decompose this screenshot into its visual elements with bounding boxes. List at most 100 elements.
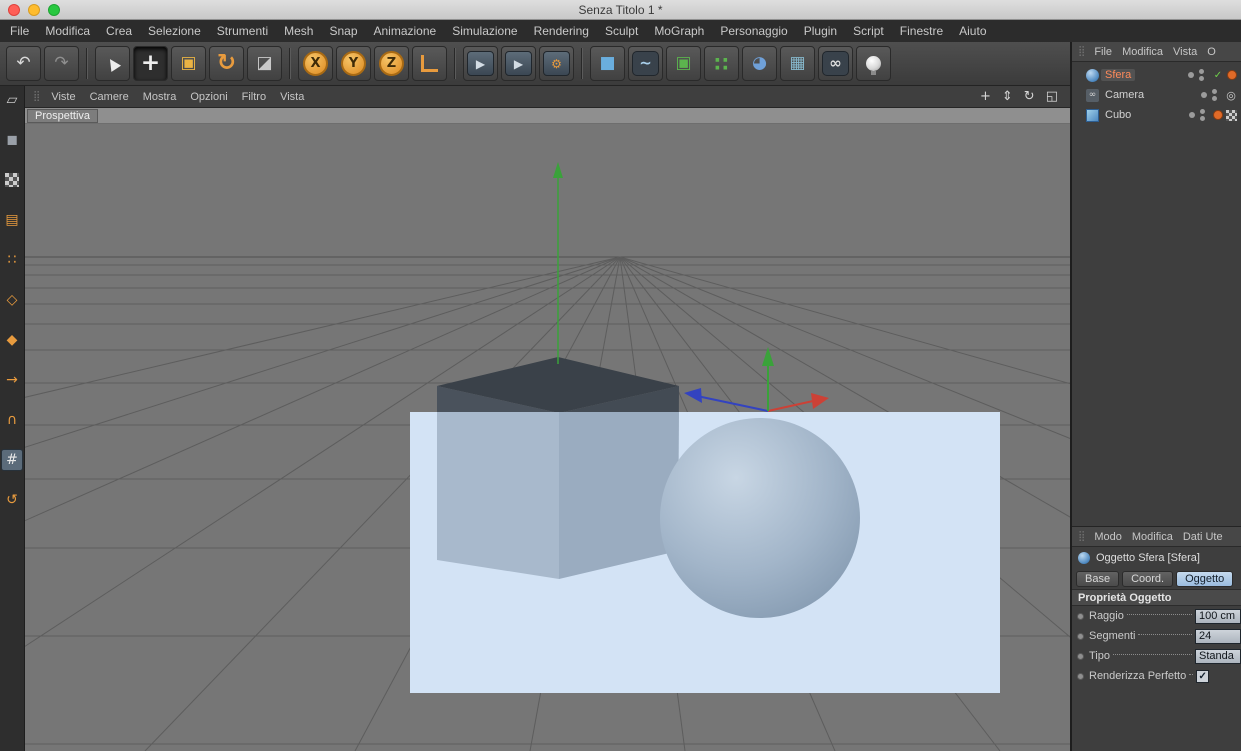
am-menu-modo[interactable]: Modo xyxy=(1089,531,1127,543)
menu-animazione[interactable]: Animazione xyxy=(366,24,445,38)
enable-dot[interactable] xyxy=(1201,92,1207,98)
menu-crea[interactable]: Crea xyxy=(98,24,140,38)
snap-toggle-icon[interactable]: # xyxy=(1,449,23,471)
rotate-tool-icon[interactable]: ↻ xyxy=(209,46,244,81)
viewport-pan-icon[interactable]: + xyxy=(980,89,991,104)
undo-icon[interactable]: ↶ xyxy=(6,46,41,81)
menu-mesh[interactable]: Mesh xyxy=(276,24,321,38)
texture-mode-icon[interactable] xyxy=(1,169,23,191)
minimize-button[interactable] xyxy=(28,4,40,16)
quantize-icon[interactable]: ↺ xyxy=(1,489,23,511)
zoom-button[interactable] xyxy=(48,4,60,16)
dropdown-tipo[interactable]: Standa xyxy=(1195,648,1241,664)
object-row-cubo[interactable]: Cubo xyxy=(1072,105,1241,125)
subdivision-surface-icon[interactable]: ▣ xyxy=(666,46,701,81)
scale-tool-icon[interactable]: ▣ xyxy=(171,46,206,81)
menu-sculpt[interactable]: Sculpt xyxy=(597,24,646,38)
viewport-toggle-icon[interactable]: ◱ xyxy=(1046,89,1058,104)
checkbox-renderizza-perfetto[interactable]: ✓ xyxy=(1196,669,1210,683)
polygons-mode-icon[interactable]: ◆ xyxy=(1,329,23,351)
panel-grip-icon[interactable] xyxy=(1078,531,1085,542)
live-selection-icon[interactable]: ▲ xyxy=(95,46,130,81)
vp-menu-vista[interactable]: Vista xyxy=(273,91,311,103)
object-row-sfera[interactable]: Sfera ✓ xyxy=(1072,65,1241,85)
menu-selezione[interactable]: Selezione xyxy=(140,24,209,38)
viewport-rotate-icon[interactable]: ↻ xyxy=(1024,89,1035,104)
am-menu-modifica[interactable]: Modifica xyxy=(1127,531,1178,543)
om-menu-modifica[interactable]: Modifica xyxy=(1117,46,1168,58)
enable-dot[interactable] xyxy=(1188,72,1194,78)
menu-mograph[interactable]: MoGraph xyxy=(646,24,712,38)
input-raggio[interactable]: 100 cm xyxy=(1195,608,1241,624)
camera-target-tag-icon[interactable]: ◎ xyxy=(1225,89,1237,102)
tab-base[interactable]: Base xyxy=(1076,571,1120,587)
om-menu-vista[interactable]: Vista xyxy=(1168,46,1202,58)
object-row-camera[interactable]: ∞ Camera ◎ xyxy=(1072,85,1241,105)
visibility-dots[interactable] xyxy=(1212,89,1217,101)
menu-plugin[interactable]: Plugin xyxy=(796,24,845,38)
panel-grip-icon[interactable] xyxy=(1078,46,1085,57)
input-segmenti[interactable]: 24 xyxy=(1195,628,1241,644)
menu-modifica[interactable]: Modifica xyxy=(37,24,98,38)
om-menu-file[interactable]: File xyxy=(1089,46,1117,58)
menu-aiuto[interactable]: Aiuto xyxy=(951,24,994,38)
edges-mode-icon[interactable]: ◇ xyxy=(1,289,23,311)
menu-script[interactable]: Script xyxy=(845,24,892,38)
normal-move-icon[interactable]: ∩ xyxy=(1,409,23,431)
visibility-dots[interactable] xyxy=(1200,109,1205,121)
model-mode-icon[interactable]: ◼ xyxy=(1,129,23,151)
keyframe-dot-icon[interactable] xyxy=(1077,672,1084,680)
enable-axis-icon[interactable]: → xyxy=(1,369,23,391)
enable-dot[interactable] xyxy=(1189,112,1195,118)
deformer-icon[interactable]: ◕ xyxy=(742,46,777,81)
vp-menu-opzioni[interactable]: Opzioni xyxy=(183,91,234,103)
vp-menu-viste[interactable]: Viste xyxy=(44,91,82,103)
lock-y-axis-icon[interactable]: Y xyxy=(336,46,371,81)
tab-coord-[interactable]: Coord. xyxy=(1122,571,1174,587)
menu-rendering[interactable]: Rendering xyxy=(526,24,597,38)
menu-simulazione[interactable]: Simulazione xyxy=(444,24,525,38)
render-view-icon[interactable]: ▶ xyxy=(463,46,498,81)
visibility-dots[interactable] xyxy=(1199,69,1204,81)
menu-strumenti[interactable]: Strumenti xyxy=(209,24,276,38)
menu-snap[interactable]: Snap xyxy=(321,24,365,38)
cloner-icon[interactable]: ∷ xyxy=(704,46,739,81)
render-picture-viewer-icon[interactable]: ▶ xyxy=(501,46,536,81)
points-mode-icon[interactable]: ∷ xyxy=(1,249,23,271)
add-cube-icon[interactable]: ■ xyxy=(590,46,625,81)
om-menu-o[interactable]: O xyxy=(1202,46,1221,58)
render-region[interactable] xyxy=(410,412,1000,693)
menu-personaggio[interactable]: Personaggio xyxy=(712,24,795,38)
workplane-mode-icon[interactable]: ▤ xyxy=(1,209,23,231)
make-editable-icon[interactable]: ▱ xyxy=(1,89,23,111)
render-settings-icon[interactable]: ⚙ xyxy=(539,46,574,81)
redo-icon[interactable]: ↷ xyxy=(44,46,79,81)
view-label[interactable]: Prospettiva xyxy=(27,108,99,123)
scene-camera-icon[interactable]: ∞ xyxy=(818,46,853,81)
menu-file[interactable]: File xyxy=(2,24,37,38)
tab-oggetto[interactable]: Oggetto xyxy=(1176,571,1234,587)
keyframe-dot-icon[interactable] xyxy=(1077,652,1084,660)
texture-tag-icon[interactable] xyxy=(1226,109,1237,121)
vp-menu-filtro[interactable]: Filtro xyxy=(235,91,273,103)
keyframe-dot-icon[interactable] xyxy=(1077,612,1084,620)
lock-x-axis-icon[interactable]: X xyxy=(298,46,333,81)
orange-dot-tag-icon[interactable] xyxy=(1227,70,1237,80)
move-tool-icon[interactable]: + xyxy=(133,46,168,81)
lock-z-axis-icon[interactable]: Z xyxy=(374,46,409,81)
viewport-canvas[interactable] xyxy=(25,124,1070,751)
am-menu-dati-ute[interactable]: Dati Ute xyxy=(1178,531,1228,543)
sphere-object[interactable] xyxy=(660,418,860,618)
panel-grip-icon[interactable] xyxy=(33,91,40,102)
keyframe-dot-icon[interactable] xyxy=(1077,632,1084,640)
close-button[interactable] xyxy=(8,4,20,16)
menu-finestre[interactable]: Finestre xyxy=(892,24,951,38)
light-icon[interactable] xyxy=(856,46,891,81)
add-spline-icon[interactable]: ~ xyxy=(628,46,663,81)
coordinate-system-icon[interactable] xyxy=(412,46,447,81)
check-tag-icon[interactable]: ✓ xyxy=(1212,69,1224,81)
last-tool-icon[interactable]: ◪ xyxy=(247,46,282,81)
vp-menu-mostra[interactable]: Mostra xyxy=(136,91,184,103)
orange-dot-tag-icon[interactable] xyxy=(1213,110,1223,120)
vp-menu-camere[interactable]: Camere xyxy=(83,91,136,103)
